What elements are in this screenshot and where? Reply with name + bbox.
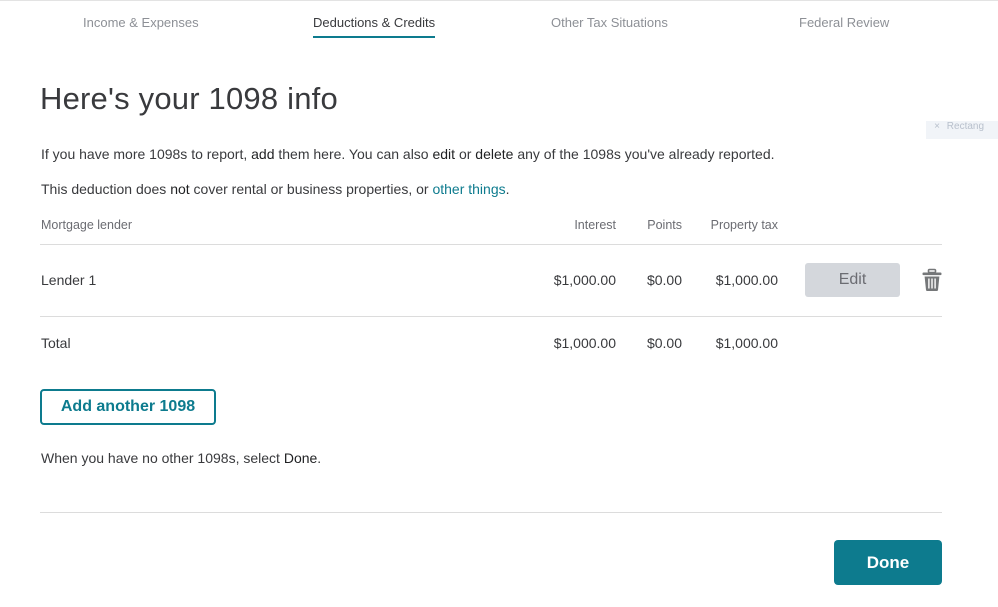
add-another-1098-button[interactable]: Add another 1098 bbox=[40, 389, 216, 425]
header-points: Points bbox=[647, 218, 682, 232]
header-property-tax: Property tax bbox=[710, 218, 778, 232]
active-tab-indicator bbox=[313, 36, 436, 38]
emphasis-not: not bbox=[170, 181, 190, 197]
total-interest: $1,000.00 bbox=[553, 335, 616, 351]
tab-label: Deductions & Credits bbox=[313, 15, 436, 30]
tab-label: Other Tax Situations bbox=[551, 15, 668, 30]
header-mortgage-lender: Mortgage lender bbox=[41, 218, 133, 232]
text: cover rental or business properties, or bbox=[189, 181, 433, 197]
coverage-note: This deduction does not cover rental or … bbox=[41, 181, 510, 197]
emphasis-delete: delete bbox=[475, 146, 514, 162]
other-things-link[interactable]: other things bbox=[432, 181, 505, 197]
interest-value: $1,000.00 bbox=[553, 272, 616, 288]
divider bbox=[40, 316, 942, 317]
page-title: Here's your 1098 info bbox=[40, 81, 338, 116]
points-value: $0.00 bbox=[646, 272, 682, 288]
property-tax-value: $1,000.00 bbox=[715, 272, 778, 288]
tab-deductions-credits[interactable]: Deductions & Credits bbox=[313, 15, 436, 38]
tab-other-tax-situations[interactable]: Other Tax Situations bbox=[551, 15, 668, 30]
trash-icon[interactable] bbox=[921, 268, 943, 292]
text: When you have no other 1098s, select bbox=[41, 450, 284, 466]
text: or bbox=[455, 146, 476, 162]
text: them here. You can also bbox=[274, 146, 433, 162]
footer-divider bbox=[40, 512, 942, 513]
header-interest: Interest bbox=[574, 218, 616, 232]
emphasis-add: add bbox=[251, 146, 275, 162]
lender-name: Lender 1 bbox=[41, 272, 97, 288]
progress-tabs: Income & Expenses Deductions & Credits O… bbox=[0, 0, 998, 40]
divider bbox=[40, 244, 942, 245]
tab-federal-review[interactable]: Federal Review bbox=[799, 15, 889, 30]
tab-label: Income & Expenses bbox=[83, 15, 199, 30]
tab-label: Federal Review bbox=[799, 15, 890, 30]
text: any of the 1098s you've already reported… bbox=[513, 146, 775, 162]
text: This deduction does bbox=[41, 181, 171, 197]
close-icon: × bbox=[934, 121, 940, 132]
edit-button[interactable]: Edit bbox=[805, 263, 900, 297]
done-instructions: When you have no other 1098s, select Don… bbox=[41, 450, 321, 466]
emphasis-done: Done bbox=[283, 450, 318, 466]
text: . bbox=[505, 181, 510, 197]
total-label: Total bbox=[41, 335, 71, 351]
tab-income-expenses[interactable]: Income & Expenses bbox=[83, 15, 199, 30]
text: . bbox=[317, 450, 322, 466]
done-button[interactable]: Done bbox=[834, 540, 942, 585]
text: If you have more 1098s to report, bbox=[41, 146, 252, 162]
overlay-chip-label: Rectang bbox=[946, 121, 985, 132]
total-property-tax: $1,000.00 bbox=[715, 335, 778, 351]
emphasis-edit: edit bbox=[432, 146, 456, 162]
total-points: $0.00 bbox=[646, 335, 682, 351]
overlay-chip[interactable]: × Rectang bbox=[926, 121, 998, 139]
instructions-paragraph: If you have more 1098s to report, add th… bbox=[41, 146, 775, 162]
